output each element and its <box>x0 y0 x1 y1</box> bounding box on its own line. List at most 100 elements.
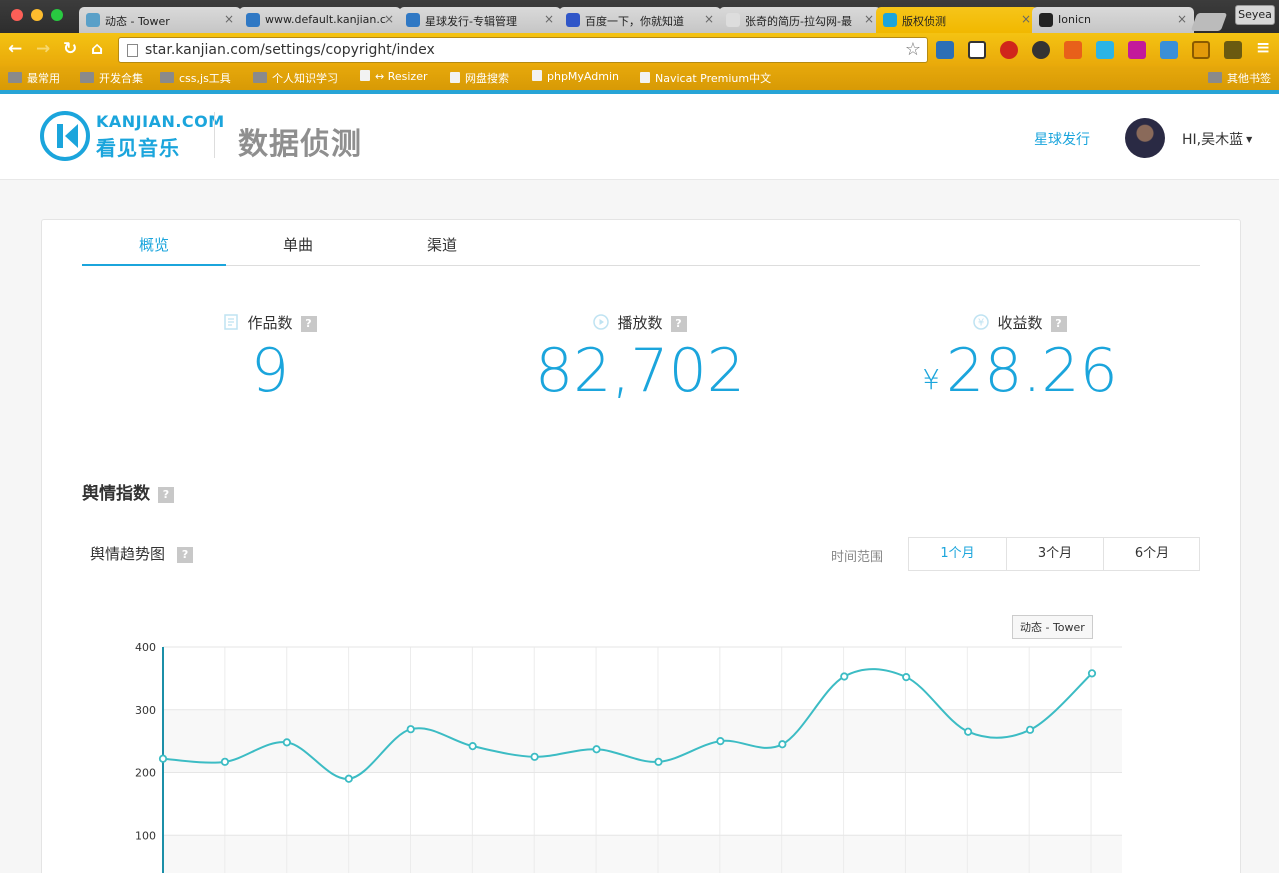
help-icon[interactable]: ? <box>158 487 174 503</box>
bookmark-item[interactable]: 网盘搜索 <box>450 70 509 86</box>
browser-tab[interactable]: 百度一下，你就知道 × <box>559 7 721 33</box>
favicon-icon <box>883 13 897 27</box>
close-tab-icon[interactable]: × <box>864 12 874 26</box>
bookmark-label: Navicat Premium中文 <box>655 72 772 85</box>
close-tab-icon[interactable]: × <box>704 12 714 26</box>
browser-tab-title: Ionicn <box>1058 13 1092 26</box>
section-title: 舆情指数? <box>82 479 174 504</box>
bookmark-item[interactable]: phpMyAdmin <box>532 70 619 83</box>
folder-icon <box>80 72 94 83</box>
zoom-window-button[interactable] <box>51 9 63 21</box>
extension-icon[interactable] <box>1192 41 1210 59</box>
help-icon[interactable]: ? <box>670 316 687 332</box>
browser-toolbar: ← → ↻ ⌂ star.kanjian.com/settings/copyri… <box>0 33 1279 66</box>
browser-tab[interactable]: www.default.kanjian.c × <box>239 7 401 33</box>
favicon-icon <box>406 13 420 27</box>
browser-tab-title: 张奇的简历-拉勾网-最 <box>745 15 852 28</box>
menu-icon[interactable]: ≡ <box>1256 38 1270 58</box>
nav-link-star-release[interactable]: 星球发行 <box>1034 129 1090 149</box>
download-extension-icon[interactable] <box>936 41 954 59</box>
site-header: KANJIAN.COM 看见音乐 数据侦测 星球发行 HI,吴木蓝 ▼ <box>0 94 1279 180</box>
data-point <box>282 738 291 747</box>
translate-extension-icon[interactable] <box>1160 41 1178 59</box>
browser-tab-title: 动态 - Tower <box>105 15 170 28</box>
time-range-selector: 1个月 3个月 6个月 <box>908 537 1200 571</box>
data-point <box>530 752 539 761</box>
logo-icon[interactable] <box>40 111 90 161</box>
reload-icon[interactable]: ↻ <box>63 39 77 59</box>
qrcode-extension-icon[interactable] <box>968 41 986 59</box>
browser-tab[interactable]: Ionicn × <box>1032 7 1194 33</box>
ad-extension-icon[interactable] <box>1128 41 1146 59</box>
bookmark-label: 最常用 <box>27 72 60 85</box>
bookmark-label: 其他书签 <box>1227 72 1271 85</box>
play-icon <box>593 314 610 330</box>
bookmark-star-icon[interactable]: ☆ <box>905 39 921 60</box>
extension-icon[interactable] <box>1064 41 1082 59</box>
close-window-button[interactable] <box>11 9 23 21</box>
help-icon[interactable]: ? <box>1050 316 1067 332</box>
bookmark-item[interactable]: css,js工具 <box>160 70 231 86</box>
close-tab-icon[interactable]: × <box>544 12 554 26</box>
tab-overview[interactable]: 概览 <box>82 234 226 255</box>
profile-button[interactable]: Seyea <box>1235 5 1275 25</box>
logo-text-cn: 看见音乐 <box>96 136 180 160</box>
tab-single[interactable]: 单曲 <box>226 234 370 255</box>
user-menu[interactable]: HI,吴木蓝 ▼ <box>1182 129 1252 149</box>
bookmark-label: 网盘搜索 <box>465 72 509 85</box>
browser-tab-title: www.default.kanjian.c <box>265 13 386 26</box>
address-bar[interactable]: star.kanjian.com/settings/copyright/inde… <box>118 37 928 63</box>
tab-channel[interactable]: 渠道 <box>370 234 514 255</box>
data-point <box>1025 725 1035 734</box>
note-extension-icon[interactable] <box>1096 41 1114 59</box>
stat-label: 播放数 <box>617 314 663 332</box>
tab-bar: 概览 单曲 渠道 <box>82 220 1200 266</box>
range-1-month-button[interactable]: 1个月 <box>909 538 1006 570</box>
bookmark-label: 开发合集 <box>99 72 143 85</box>
url-text: star.kanjian.com/settings/copyright/inde… <box>145 42 435 58</box>
range-3-month-button[interactable]: 3个月 <box>1006 538 1103 570</box>
browser-tab[interactable]: 张奇的简历-拉勾网-最 × <box>719 7 881 33</box>
bookmarks-bar: 最常用 开发合集 css,js工具 个人知识学习 ↔ Resizer 网盘搜索 phpMyA… <box>0 66 1279 90</box>
forward-icon[interactable]: → <box>36 39 50 59</box>
back-icon[interactable]: ← <box>8 39 22 59</box>
color-picker-extension-icon[interactable] <box>1032 41 1050 59</box>
bookmark-label: phpMyAdmin <box>547 70 619 83</box>
bookmark-item[interactable]: 个人知识学习 <box>253 70 338 86</box>
extension-icon[interactable] <box>1224 41 1242 59</box>
close-tab-icon[interactable]: × <box>1021 12 1031 26</box>
browser-tab[interactable]: 版权侦测 × <box>876 7 1038 33</box>
data-point <box>406 725 415 734</box>
avatar[interactable] <box>1125 118 1165 158</box>
divider <box>214 112 215 158</box>
bookmark-item[interactable]: Navicat Premium中文 <box>640 70 771 86</box>
data-point <box>964 727 973 736</box>
close-tab-icon[interactable]: × <box>384 12 394 26</box>
bookmark-item[interactable]: 最常用 <box>8 70 60 86</box>
app-icon <box>640 72 650 83</box>
bookmark-item[interactable]: ↔ Resizer <box>360 70 427 83</box>
close-tab-icon[interactable]: × <box>224 12 234 26</box>
chart-title: 舆情趋势图? <box>90 543 194 564</box>
adblock-extension-icon[interactable] <box>1000 41 1018 59</box>
help-icon[interactable]: ? <box>300 316 317 332</box>
bookmark-item[interactable]: 其他书签 <box>1208 70 1271 86</box>
minimize-window-button[interactable] <box>31 9 43 21</box>
range-6-month-button[interactable]: 6个月 <box>1103 538 1200 570</box>
time-range-label: 时间范围 <box>831 550 884 565</box>
browser-tab[interactable]: 动态 - Tower × <box>79 7 241 33</box>
y-tick-label: 200 <box>135 767 156 780</box>
svg-text:¥: ¥ <box>978 318 984 329</box>
data-point <box>1087 669 1097 678</box>
home-icon[interactable]: ⌂ <box>91 39 103 59</box>
folder-icon <box>8 72 22 83</box>
new-tab-button[interactable] <box>1190 13 1228 31</box>
data-point <box>592 745 601 754</box>
close-tab-icon[interactable]: × <box>1177 12 1187 26</box>
page-title: 数据侦测 <box>238 127 362 162</box>
browser-tab[interactable]: 星球发行-专辑管理 × <box>399 7 561 33</box>
help-icon[interactable]: ? <box>177 547 194 563</box>
data-point <box>778 740 787 749</box>
bookmark-item[interactable]: 开发合集 <box>80 70 143 86</box>
user-name: HI,吴木蓝 <box>1182 132 1244 148</box>
